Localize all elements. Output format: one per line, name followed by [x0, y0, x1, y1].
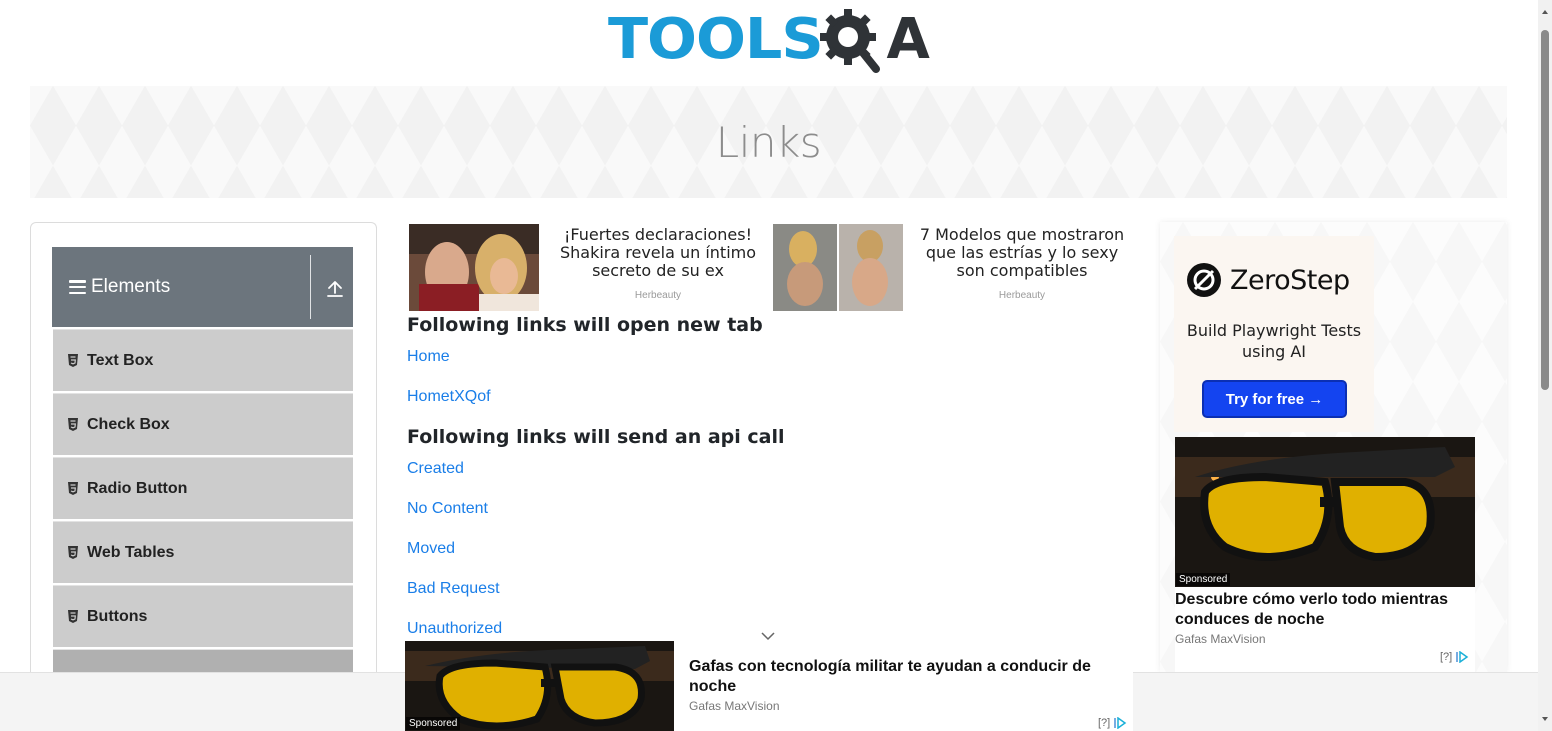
zerostep-ad[interactable]: ZeroStep Build Playwright Tests using AI… — [1174, 236, 1374, 432]
sidebar-item-label: Check Box — [87, 415, 170, 433]
html5-icon — [67, 418, 79, 431]
html5-icon — [67, 610, 79, 623]
link-bad-request[interactable]: Bad Request — [407, 580, 500, 598]
page-title: Links — [715, 117, 822, 167]
ad-text[interactable]: 7 Modelos que mostraron que las estrías … — [913, 226, 1131, 280]
sidebar-item-label: Text Box — [87, 351, 154, 369]
api-call-heading: Following links will send an api call — [407, 426, 785, 448]
ad-thumbnail-image[interactable] — [409, 224, 539, 311]
link-home[interactable]: Home — [407, 348, 450, 366]
sponsored-badge: Sponsored — [406, 717, 461, 730]
group-title: Elements — [91, 276, 171, 297]
scrollbar-thumb[interactable] — [1541, 30, 1549, 390]
page-banner: Links — [30, 86, 1507, 198]
scroll-up-arrow-icon[interactable] — [1541, 8, 1549, 16]
header-divider — [310, 255, 311, 319]
html5-icon — [67, 354, 79, 367]
gear-magnifier-icon — [818, 7, 884, 73]
zerostep-name: ZeroStep — [1230, 264, 1350, 296]
ad-source: Herbeauty — [998, 290, 1046, 301]
ad-info-label: [?] — [1098, 717, 1111, 729]
sidebar-item-text-box[interactable]: Text Box — [53, 329, 353, 391]
sidebar-item-web-tables[interactable]: Web Tables — [53, 521, 353, 583]
elements-group-header[interactable]: Elements — [52, 247, 353, 327]
try-for-free-button[interactable]: Try for free → — [1202, 380, 1347, 418]
left-menu-panel: Elements Text Box Check Box Radio Button… — [30, 222, 377, 682]
ad-headline[interactable]: Descubre cómo verlo todo mientras conduc… — [1175, 590, 1475, 630]
right-sidebar-ad[interactable]: ZeroStep Build Playwright Tests using AI… — [1160, 222, 1507, 672]
bottom-sticky-ad[interactable]: Sponsored Gafas con tecnología militar t… — [405, 641, 1133, 731]
ad-info[interactable]: [?] — [1098, 716, 1127, 730]
vertical-scrollbar[interactable] — [1538, 0, 1552, 731]
adchoices-icon — [1456, 650, 1469, 664]
link-home-dynamic[interactable]: HometXQof — [407, 388, 491, 406]
link-no-content[interactable]: No Content — [407, 500, 488, 518]
logo-text-tools: TOOLS — [608, 7, 824, 72]
adchoices-icon — [1114, 716, 1127, 730]
new-tab-heading: Following links will open new tab — [407, 314, 763, 336]
link-unauthorized[interactable]: Unauthorized — [407, 620, 502, 638]
sidebar-item-label: Web Tables — [87, 543, 175, 561]
ad-info[interactable]: [?] — [1440, 650, 1469, 664]
sidebar-item-label: Radio Button — [87, 479, 188, 497]
ad-advertiser: Gafas MaxVision — [1175, 632, 1266, 646]
ad-text[interactable]: ¡Fuertes declaraciones! Shakira revela u… — [549, 226, 767, 280]
html5-icon — [67, 546, 79, 559]
html5-icon — [67, 482, 79, 495]
ad-thumbnail-image[interactable] — [773, 224, 903, 311]
sidebar-item-radio-button[interactable]: Radio Button — [53, 457, 353, 519]
zerostep-icon — [1187, 263, 1221, 297]
ad-glasses-image[interactable]: Sponsored — [405, 641, 674, 731]
page: TOOLS A Links Elements Text Box Check Bo… — [0, 0, 1552, 731]
zerostep-tagline: Build Playwright Tests using AI — [1186, 321, 1362, 361]
chevron-down-icon[interactable] — [760, 628, 776, 641]
scroll-down-arrow-icon[interactable] — [1541, 715, 1549, 723]
sponsored-badge: Sponsored — [1176, 573, 1231, 586]
link-moved[interactable]: Moved — [407, 540, 455, 558]
ad-advertiser: Gafas MaxVision — [689, 699, 780, 713]
zerostep-logo: ZeroStep — [1186, 262, 1350, 298]
ad-headline[interactable]: Gafas con tecnología militar te ayudan a… — [689, 657, 1119, 697]
native-ad-card[interactable]: ¡Fuertes declaraciones! Shakira revela u… — [409, 224, 759, 312]
ad-source: Herbeauty — [634, 290, 682, 301]
collapse-arrow-icon[interactable] — [326, 280, 344, 298]
ad-info-label: [?] — [1440, 651, 1453, 663]
ad-glasses-image[interactable]: Sponsored — [1175, 437, 1475, 587]
link-created[interactable]: Created — [407, 460, 464, 478]
logo-text-a: A — [886, 7, 930, 72]
sidebar-item-buttons[interactable]: Buttons — [53, 585, 353, 647]
hamburger-icon — [69, 280, 86, 294]
native-ad-card[interactable]: 7 Modelos que mostraron que las estrías … — [773, 224, 1124, 312]
sidebar-item-check-box[interactable]: Check Box — [53, 393, 353, 455]
toolsqa-logo[interactable]: TOOLS A — [608, 4, 938, 76]
sidebar-item-label: Buttons — [87, 607, 148, 625]
